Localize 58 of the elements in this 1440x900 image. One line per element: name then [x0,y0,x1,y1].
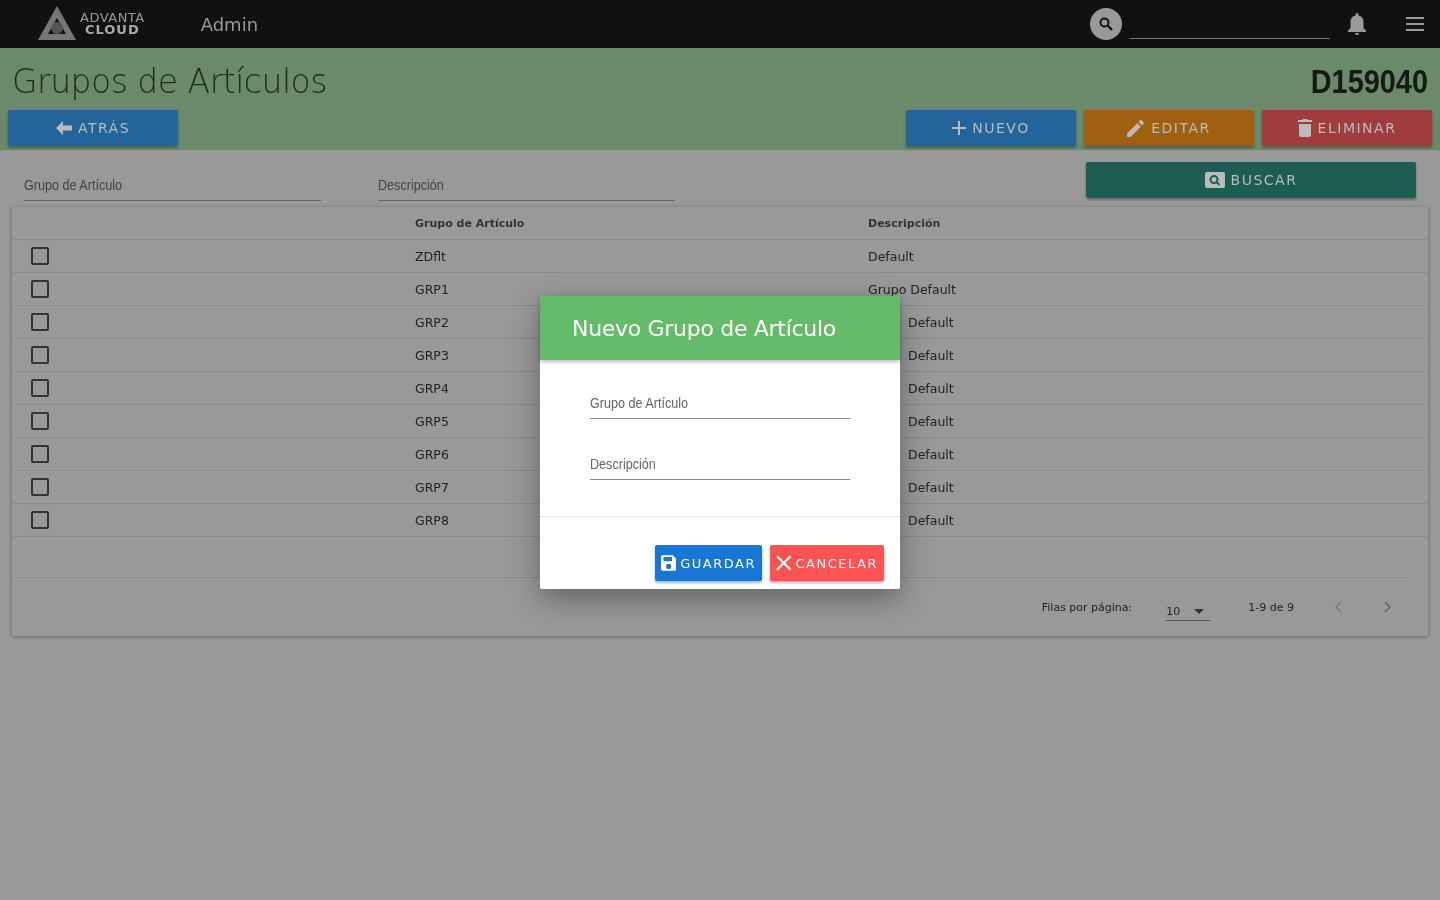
page-title: Grupos de Artículos [12,61,327,101]
table-cell: ZDflt [415,248,446,264]
back-button[interactable]: ATRÁS [8,110,178,146]
column-header: Descripción [868,216,941,230]
table-cell: GRP7 [415,479,449,495]
row-checkbox[interactable] [31,280,49,298]
search-button[interactable]: BUSCAR [1086,162,1416,198]
table-cell: Grupo Default [868,281,956,297]
delete-button[interactable]: ELIMINAR [1262,110,1432,146]
table-cell: GRP5 [415,413,449,429]
table-cell: Default [908,479,954,495]
row-checkbox[interactable] [31,313,49,331]
table-cell: GRP4 [415,380,449,396]
rows-per-page-label: Filas por página: [1041,600,1133,614]
bell-icon[interactable] [1348,13,1366,35]
brand-name: ADVANTA [80,12,145,24]
table-cell: Default [908,413,954,429]
trash-icon [1297,119,1312,137]
row-checkbox[interactable] [31,478,49,496]
table-cell: GRP6 [415,446,449,462]
table-cell: Default [908,380,954,396]
rows-per-page-select[interactable]: 10 [1166,593,1211,621]
row-checkbox[interactable] [31,247,49,265]
section-title: Admin [200,13,259,35]
cancel-button[interactable]: CANCELAR [770,545,884,581]
search-icon [1204,172,1225,188]
column-header: Grupo de Artículo [415,216,525,230]
table-cell: Default [908,512,954,528]
row-checkbox[interactable] [31,445,49,463]
dialog-header: Nuevo Grupo de Artículo [540,296,900,360]
close-icon [776,555,792,571]
new-button[interactable]: NUEVO [906,110,1076,146]
table-cell: Default [868,248,914,264]
page-range: 1-9 de 9 [1248,600,1294,614]
search-icon [1099,17,1113,31]
menu-icon[interactable] [1406,17,1424,31]
plus-icon [952,121,967,135]
dropdown-caret-icon [1194,609,1205,614]
search-button[interactable] [1090,8,1122,40]
edit-button[interactable]: EDITAR [1084,110,1254,146]
table-cell: Default [908,347,954,363]
arrow-left-icon [55,121,72,135]
table-cell: GRP1 [415,281,449,297]
row-checkbox[interactable] [31,346,49,364]
brand-subtitle: CLOUD [84,24,140,36]
company-code: D159040 [1310,61,1428,101]
filter-field[interactable]: Grupo de Artículo [24,170,321,201]
table-cell: Default [908,314,954,330]
row-checkbox[interactable] [31,511,49,529]
row-checkbox[interactable] [31,379,49,397]
table-cell: GRP8 [415,512,449,528]
table-cell: GRP2 [415,314,449,330]
filter-field[interactable]: Descripción [378,170,675,201]
pencil-icon [1127,119,1146,137]
table-cell: GRP3 [415,347,449,363]
table-cell: Default [908,446,954,462]
save-button[interactable]: GUARDAR [655,545,762,581]
row-checkbox[interactable] [31,412,49,430]
